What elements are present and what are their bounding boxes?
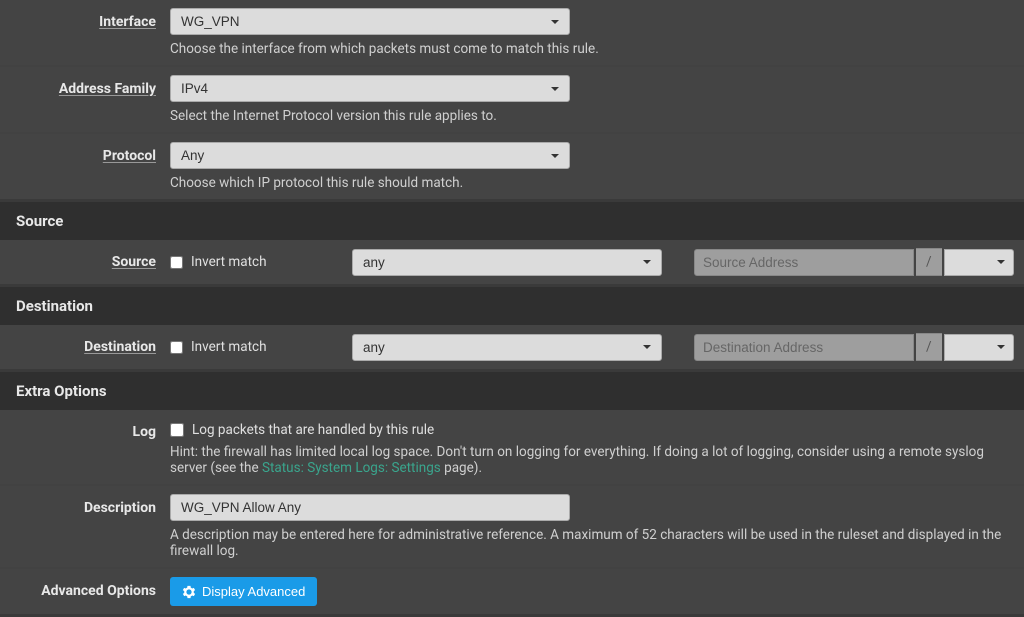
interface-help: Choose the interface from which packets …: [170, 41, 1004, 57]
address-family-help: Select the Internet Protocol version thi…: [170, 108, 1004, 124]
source-slash-label: /: [916, 248, 942, 276]
address-family-label: Address Family: [59, 81, 156, 97]
destination-section-header: Destination: [0, 287, 1024, 325]
extra-options-section-header: Extra Options: [0, 372, 1024, 410]
source-invert-label: Invert match: [191, 254, 267, 270]
source-section-header: Source: [0, 202, 1024, 240]
destination-invert-label: Invert match: [191, 339, 267, 355]
description-label: Description: [84, 500, 156, 516]
interface-select[interactable]: WG_VPN: [170, 8, 570, 35]
description-help: A description may be entered here for ad…: [170, 527, 1004, 559]
source-address-input[interactable]: [694, 249, 914, 276]
destination-invert-checkbox[interactable]: [170, 341, 183, 354]
address-family-row: Address Family IPv4 Select the Internet …: [0, 67, 1024, 132]
description-row: Description A description may be entered…: [0, 486, 1024, 567]
log-label: Log: [133, 424, 156, 440]
description-input[interactable]: [170, 494, 570, 521]
protocol-help: Choose which IP protocol this rule shoul…: [170, 175, 1004, 191]
log-help: Hint: the firewall has limited local log…: [170, 444, 1004, 476]
protocol-select[interactable]: Any: [170, 142, 570, 169]
source-row: Source Invert match any /: [0, 240, 1024, 284]
log-help-link[interactable]: Status: System Logs: Settings: [262, 460, 441, 476]
source-mask-select[interactable]: [944, 249, 1014, 276]
destination-slash-label: /: [916, 333, 942, 361]
interface-row: Interface WG_VPN Choose the interface fr…: [0, 0, 1024, 65]
destination-select[interactable]: any: [352, 334, 662, 361]
source-select[interactable]: any: [352, 249, 662, 276]
protocol-label: Protocol: [103, 148, 156, 164]
display-advanced-button[interactable]: Display Advanced: [170, 577, 317, 606]
gear-icon: [182, 585, 196, 599]
address-family-select[interactable]: IPv4: [170, 75, 570, 102]
destination-row: Destination Invert match any /: [0, 325, 1024, 369]
destination-address-input[interactable]: [694, 334, 914, 361]
advanced-options-row: Advanced Options Display Advanced: [0, 569, 1024, 614]
interface-label: Interface: [99, 14, 156, 30]
protocol-row: Protocol Any Choose which IP protocol th…: [0, 134, 1024, 199]
advanced-options-label: Advanced Options: [41, 583, 156, 599]
display-advanced-label: Display Advanced: [202, 584, 305, 599]
source-invert-checkbox[interactable]: [170, 256, 183, 269]
destination-mask-select[interactable]: [944, 334, 1014, 361]
source-label: Source: [112, 254, 156, 270]
log-checkbox[interactable]: [170, 423, 184, 437]
destination-label: Destination: [84, 339, 156, 355]
log-row: Log Log packets that are handled by this…: [0, 410, 1024, 484]
log-checkbox-label: Log packets that are handled by this rul…: [192, 422, 434, 438]
